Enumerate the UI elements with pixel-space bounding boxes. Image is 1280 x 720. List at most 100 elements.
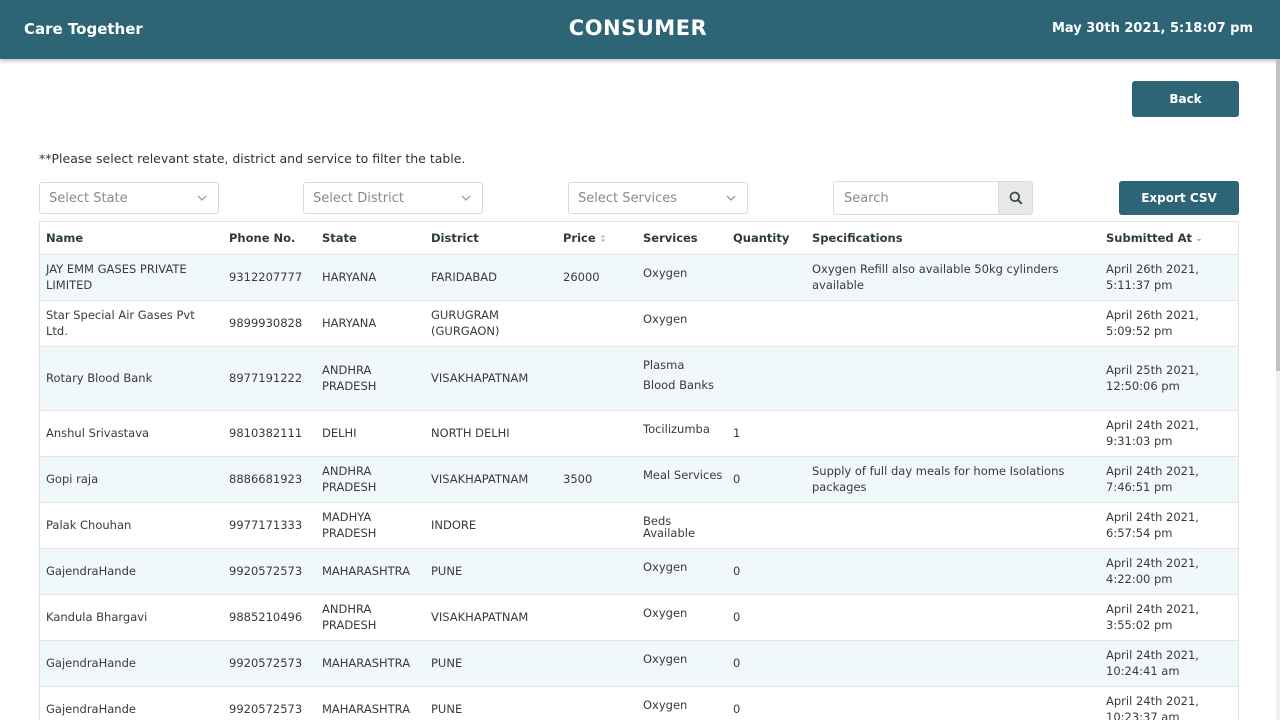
cell-submitted-at: April 24th 2021, 10:23:37 am xyxy=(1100,686,1238,720)
cell-name: GajendraHande xyxy=(40,548,223,595)
current-datetime: May 30th 2021, 5:18:07 pm xyxy=(1051,21,1253,36)
cell-submitted-at: April 24th 2021, 6:57:54 pm xyxy=(1100,502,1238,549)
service-tag: Oxygen xyxy=(643,559,688,574)
col-name[interactable]: Name xyxy=(40,222,223,255)
cell-price xyxy=(557,594,637,641)
table-row[interactable]: JAY EMM GASES PRIVATE LIMITED 9312207777 H… xyxy=(40,254,1238,301)
cell-phone: 9810382111 xyxy=(223,410,316,457)
cell-state: HARYANA xyxy=(316,300,425,347)
cell-state: MAHARASHTRA xyxy=(316,686,425,720)
col-specifications[interactable]: Specifications xyxy=(806,222,1100,255)
cell-quantity xyxy=(727,502,806,549)
cell-services: Tocilizumba xyxy=(637,410,727,457)
cell-services: Meal Services xyxy=(637,456,727,503)
cell-quantity: 0 xyxy=(727,456,806,503)
cell-state: ANDHRA PRADESH xyxy=(316,346,425,411)
cell-services: Oxygen xyxy=(637,254,727,301)
col-services[interactable]: Services xyxy=(637,222,727,255)
cell-price xyxy=(557,640,637,687)
cell-specifications: Supply of full day meals for home Isolat… xyxy=(806,456,1100,503)
cell-services: Plasma Blood Banks xyxy=(637,346,727,411)
filter-note: **Please select relevant state, district… xyxy=(39,151,466,166)
service-tag: Tocilizumba xyxy=(643,421,710,436)
cell-state: ANDHRA PRADESH xyxy=(316,594,425,641)
table-row[interactable]: Gopi raja 8886681923 ANDHRA PRADESH VISAKHA… xyxy=(40,456,1238,503)
cell-district: VISAKHAPATNAM xyxy=(425,346,557,411)
cell-state: DELHI xyxy=(316,410,425,457)
cell-specifications xyxy=(806,300,1100,347)
cell-specifications xyxy=(806,640,1100,687)
export-csv-button[interactable]: Export CSV xyxy=(1119,181,1239,215)
col-price[interactable]: Price xyxy=(557,222,637,255)
col-price-label: Price xyxy=(563,230,596,245)
table-row[interactable]: Rotary Blood Bank 8977191222 ANDHRA PRADES… xyxy=(40,346,1238,411)
table-row[interactable]: Kandula Bhargavi 9885210496 ANDHRA PRADESH… xyxy=(40,594,1238,641)
table-row[interactable]: GajendraHande 9920572573 MAHARASHTRA PUNE Ox… xyxy=(40,548,1238,595)
cell-quantity xyxy=(727,300,806,347)
cell-quantity xyxy=(727,346,806,411)
cell-price: 3500 xyxy=(557,456,637,503)
cell-state: MADHYA PRADESH xyxy=(316,502,425,549)
cell-submitted-at: April 24th 2021, 9:31:03 pm xyxy=(1100,410,1238,457)
state-select[interactable]: Select State xyxy=(39,182,219,214)
cell-phone: 9920572573 xyxy=(223,548,316,595)
cell-state: MAHARASHTRA xyxy=(316,640,425,687)
search-input[interactable]: Search xyxy=(833,181,1033,215)
cell-submitted-at: April 24th 2021, 4:22:00 pm xyxy=(1100,548,1238,595)
sort-icon[interactable] xyxy=(1196,234,1202,243)
consumer-table: Name Phone No. State District Price Serv… xyxy=(39,221,1239,720)
cell-submitted-at: April 24th 2021, 7:46:51 pm xyxy=(1100,456,1238,503)
cell-price xyxy=(557,346,637,411)
table-header-row: Name Phone No. State District Price Serv… xyxy=(40,222,1238,255)
search-button[interactable] xyxy=(998,182,1032,214)
cell-services: Oxygen xyxy=(637,300,727,347)
sort-icon[interactable] xyxy=(600,234,606,243)
table-row[interactable]: GajendraHande 9920572573 MAHARASHTRA PUNE Ox… xyxy=(40,686,1238,720)
back-button[interactable]: Back xyxy=(1132,81,1239,117)
table-row[interactable]: GajendraHande 9920572573 MAHARASHTRA PUNE Ox… xyxy=(40,640,1238,687)
cell-phone: 8886681923 xyxy=(223,456,316,503)
search-placeholder: Search xyxy=(844,191,889,206)
cell-specifications xyxy=(806,594,1100,641)
chevron-down-icon xyxy=(197,195,207,201)
table-row[interactable]: Star Special Air Gases Pvt Ltd. 989993082… xyxy=(40,300,1238,347)
col-state[interactable]: State xyxy=(316,222,425,255)
cell-district: INDORE xyxy=(425,502,557,549)
col-submitted-at[interactable]: Submitted At xyxy=(1100,222,1238,255)
cell-name: GajendraHande xyxy=(40,686,223,720)
cell-phone: 9920572573 xyxy=(223,686,316,720)
cell-submitted-at: April 24th 2021, 3:55:02 pm xyxy=(1100,594,1238,641)
cell-quantity: 0 xyxy=(727,640,806,687)
service-tag: Beds Available xyxy=(643,513,696,540)
cell-name: Rotary Blood Bank xyxy=(40,346,223,411)
cell-district: PUNE xyxy=(425,548,557,595)
table-body: JAY EMM GASES PRIVATE LIMITED 9312207777 H… xyxy=(40,254,1238,720)
cell-name: GajendraHande xyxy=(40,640,223,687)
district-select[interactable]: Select District xyxy=(303,182,483,214)
services-select[interactable]: Select Services xyxy=(568,182,748,214)
cell-name: Gopi raja xyxy=(40,456,223,503)
col-quantity[interactable]: Quantity xyxy=(727,222,806,255)
cell-quantity: 0 xyxy=(727,686,806,720)
cell-phone: 9899930828 xyxy=(223,300,316,347)
col-district[interactable]: District xyxy=(425,222,557,255)
cell-price xyxy=(557,410,637,457)
table-row[interactable]: Anshul Srivastava 9810382111 DELHI NORTH DE… xyxy=(40,410,1238,457)
table-row[interactable]: Palak Chouhan 9977171333 MADHYA PRADESH IND… xyxy=(40,502,1238,549)
col-phone[interactable]: Phone No. xyxy=(223,222,316,255)
cell-services: Oxygen xyxy=(637,594,727,641)
cell-district: NORTH DELHI xyxy=(425,410,557,457)
cell-services: Oxygen xyxy=(637,548,727,595)
cell-district: VISAKHAPATNAM xyxy=(425,594,557,641)
cell-quantity: 0 xyxy=(727,548,806,595)
service-tag: Oxygen xyxy=(643,651,688,666)
cell-specifications xyxy=(806,548,1100,595)
cell-quantity: 1 xyxy=(727,410,806,457)
cell-district: PUNE xyxy=(425,640,557,687)
chevron-down-icon xyxy=(726,195,736,201)
scrollbar-thumb[interactable] xyxy=(1276,59,1280,371)
cell-name: Kandula Bhargavi xyxy=(40,594,223,641)
cell-name: Anshul Srivastava xyxy=(40,410,223,457)
cell-state: MAHARASHTRA xyxy=(316,548,425,595)
app-header: Care Together CONSUMER May 30th 2021, 5:… xyxy=(0,0,1280,59)
